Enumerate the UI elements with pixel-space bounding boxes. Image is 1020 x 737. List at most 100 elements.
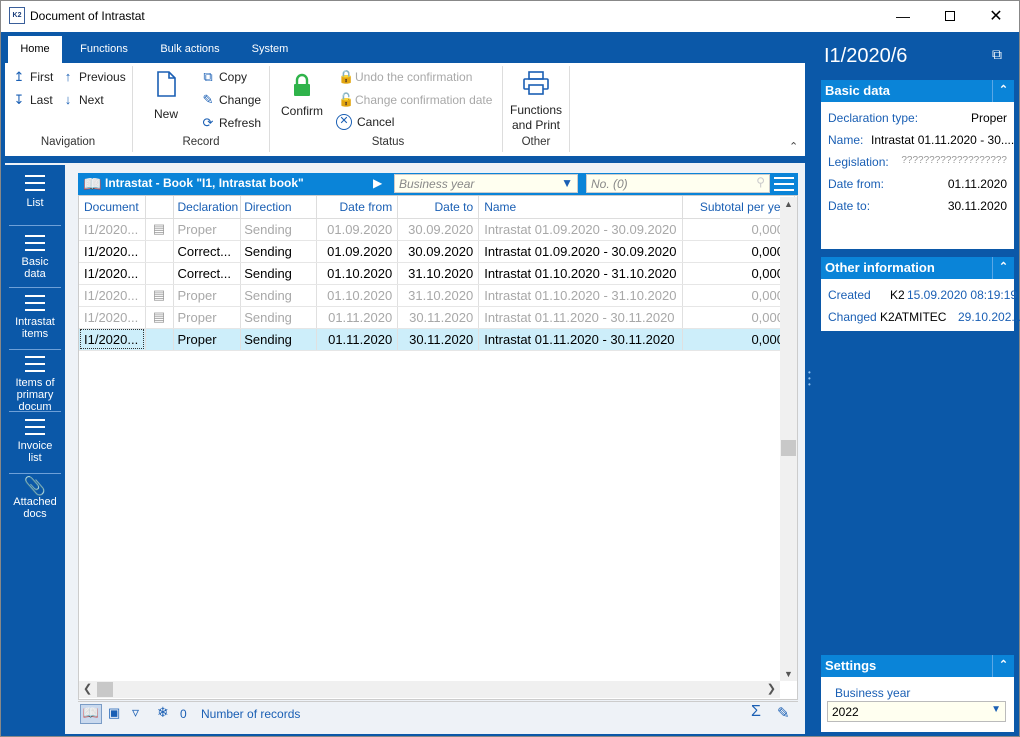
status-group-label: Status (371, 136, 405, 148)
column-date-from[interactable]: Date from (316, 196, 399, 219)
collapse-icon[interactable]: ⌃ (992, 257, 1014, 279)
new-button[interactable]: New (147, 71, 185, 122)
other-information-header[interactable]: Other information ⌃ (821, 257, 1014, 279)
table-row[interactable]: I1/2020... ▤ Proper Sending 01.11.2020 3… (79, 306, 796, 329)
undo-confirmation-button[interactable]: 🔒 Undo the confirmation (338, 69, 472, 85)
table-row[interactable]: I1/2020... Correct... Sending 01.09.2020… (79, 240, 796, 263)
arrow-down-bar-icon: ↧ (13, 92, 25, 107)
column-document[interactable]: Document (79, 196, 146, 219)
table-row[interactable]: I1/2020... Correct... Sending 01.10.2020… (79, 262, 796, 285)
basic-data-header[interactable]: Basic data ⌃ (821, 80, 1014, 102)
list-icon (25, 295, 45, 311)
scroll-right-icon[interactable]: ❯ (767, 682, 776, 695)
window-title: Document of Intrastat (30, 9, 145, 23)
vertical-scrollbar[interactable]: ▲ ▼ (780, 197, 797, 681)
dropdown-icon[interactable]: ▼ (561, 176, 573, 190)
column-name[interactable]: Name (478, 196, 684, 219)
scroll-down-icon[interactable]: ▼ (784, 669, 793, 679)
table-row[interactable]: I1/2020... ▤ Proper Sending 01.09.2020 3… (79, 218, 796, 241)
edit-icon[interactable]: ✎ (777, 704, 790, 722)
minimize-button[interactable]: — (880, 0, 926, 31)
column-direction[interactable]: Direction (240, 196, 318, 219)
book-title: Intrastat - Book "I1, Intrastat book" (105, 176, 304, 190)
table-header: Document Declaration Direction Date from… (79, 196, 796, 219)
tab-list[interactable]: List (5, 165, 65, 225)
ribbon: ↥ First ↑ Previous ↧ Last ↓ Next Navigation … (5, 63, 805, 156)
scroll-thumb[interactable] (97, 682, 113, 697)
scroll-left-icon[interactable]: ❮ (83, 682, 92, 695)
title-bar (0, 0, 1020, 32)
business-year-select[interactable]: 2022 ▼ (827, 701, 1006, 722)
column-date-to[interactable]: Date to (397, 196, 480, 219)
tab-bulk-actions[interactable]: Bulk actions (150, 36, 230, 63)
copy-icon: ⧉ (203, 69, 213, 84)
number-search-input[interactable]: No. (0) ⚲ (586, 174, 770, 193)
arrow-down-icon: ↓ (64, 92, 72, 107)
divider (9, 225, 61, 226)
confirm-button[interactable]: Confirm (277, 73, 327, 119)
navigation-group-label: Navigation (40, 136, 96, 148)
book-dropdown-icon[interactable]: ▶ (373, 176, 382, 190)
table-row[interactable]: I1/2020... ▤ Proper Sending 01.10.2020 3… (79, 284, 796, 307)
records-table: Document Declaration Direction Date from… (79, 196, 796, 351)
pencil-icon: ✎ (202, 92, 214, 107)
dropdown-icon[interactable]: ▼ (991, 704, 1001, 715)
table-row-selected[interactable]: I1/2020... Proper Sending 01.11.2020 30.… (79, 328, 796, 351)
open-external-icon[interactable]: ⧉ (992, 46, 1002, 63)
first-button[interactable]: ↥ First (13, 69, 54, 85)
snowflake-icon[interactable]: ❄ (157, 704, 169, 721)
cancel-circle-icon: ✕ (336, 114, 352, 130)
collapse-icon[interactable]: ⌃ (992, 80, 1014, 102)
close-button[interactable]: ✕ (973, 0, 1019, 31)
filter-icon[interactable]: ▿ (132, 704, 139, 721)
scroll-thumb[interactable] (781, 440, 796, 456)
minimize-icon: — (896, 7, 910, 24)
collapse-icon[interactable]: ⌃ (992, 655, 1014, 677)
tab-attached-docs[interactable]: 📎 Attached docs (5, 475, 65, 535)
divider (9, 287, 61, 288)
menu-icon[interactable] (774, 177, 794, 191)
horizontal-scrollbar[interactable]: ❮ ❯ (79, 681, 780, 698)
tab-invoice-list[interactable]: Invoice list (5, 413, 65, 473)
archive-icon[interactable]: ▣ (108, 705, 120, 721)
cancel-button[interactable]: ✕ Cancel (336, 114, 394, 130)
arrow-up-bar-icon: ↥ (13, 69, 25, 84)
close-icon: ✕ (989, 7, 1003, 25)
settings-header[interactable]: Settings ⌃ (821, 655, 1014, 677)
record-group-label: Record (182, 136, 220, 148)
refresh-button[interactable]: ⟳ Refresh (202, 115, 261, 131)
cancelled-document-icon: ▤ (152, 221, 166, 236)
tab-intrastat-items[interactable]: Intrastat items (5, 289, 65, 349)
tab-functions[interactable]: Functions (69, 36, 139, 63)
tab-items-of-primary-document[interactable]: Items of primary docum (5, 351, 65, 411)
functions-and-print-button[interactable]: Functions and Print (505, 71, 567, 133)
search-icon[interactable]: ⚲ (756, 175, 765, 189)
maximize-button[interactable] (927, 0, 973, 31)
divider (9, 473, 61, 474)
last-button[interactable]: ↧ Last (13, 92, 53, 108)
list-icon (25, 356, 45, 372)
scroll-up-icon[interactable]: ▲ (784, 199, 793, 209)
previous-button[interactable]: ↑ Previous (62, 69, 126, 84)
change-confirmation-date-button[interactable]: 🔓 Change confirmation date (338, 92, 492, 108)
app-logo: K2 (9, 7, 25, 24)
change-button[interactable]: ✎ Change (202, 92, 262, 108)
book-icon[interactable]: 📖 (83, 175, 102, 193)
column-declaration[interactable]: Declaration (173, 196, 242, 219)
column-subtotal[interactable]: Subtotal per year (682, 196, 796, 219)
lock-icon (294, 73, 310, 96)
paperclip-icon: 📎 (23, 476, 47, 496)
book-view-icon[interactable]: 📖 (80, 704, 102, 724)
sum-icon[interactable]: Σ (751, 703, 761, 721)
next-button[interactable]: ↓ Next (62, 92, 104, 107)
business-year-filter[interactable]: Business year ▼ (394, 174, 578, 193)
copy-button[interactable]: ⧉ Copy (202, 69, 247, 85)
tab-basic-data[interactable]: Basic data (5, 227, 65, 287)
column-icon[interactable] (145, 196, 174, 219)
document-id: I1/2020/6 (824, 45, 908, 67)
tab-system[interactable]: System (241, 36, 299, 63)
tab-home[interactable]: Home (8, 36, 62, 63)
collapse-ribbon-icon[interactable]: ⌃ (789, 140, 798, 153)
left-tab-bar: List Basic data Intrastat items Items of pr… (5, 165, 65, 734)
settings-box: Business year 2022 ▼ (821, 677, 1014, 732)
